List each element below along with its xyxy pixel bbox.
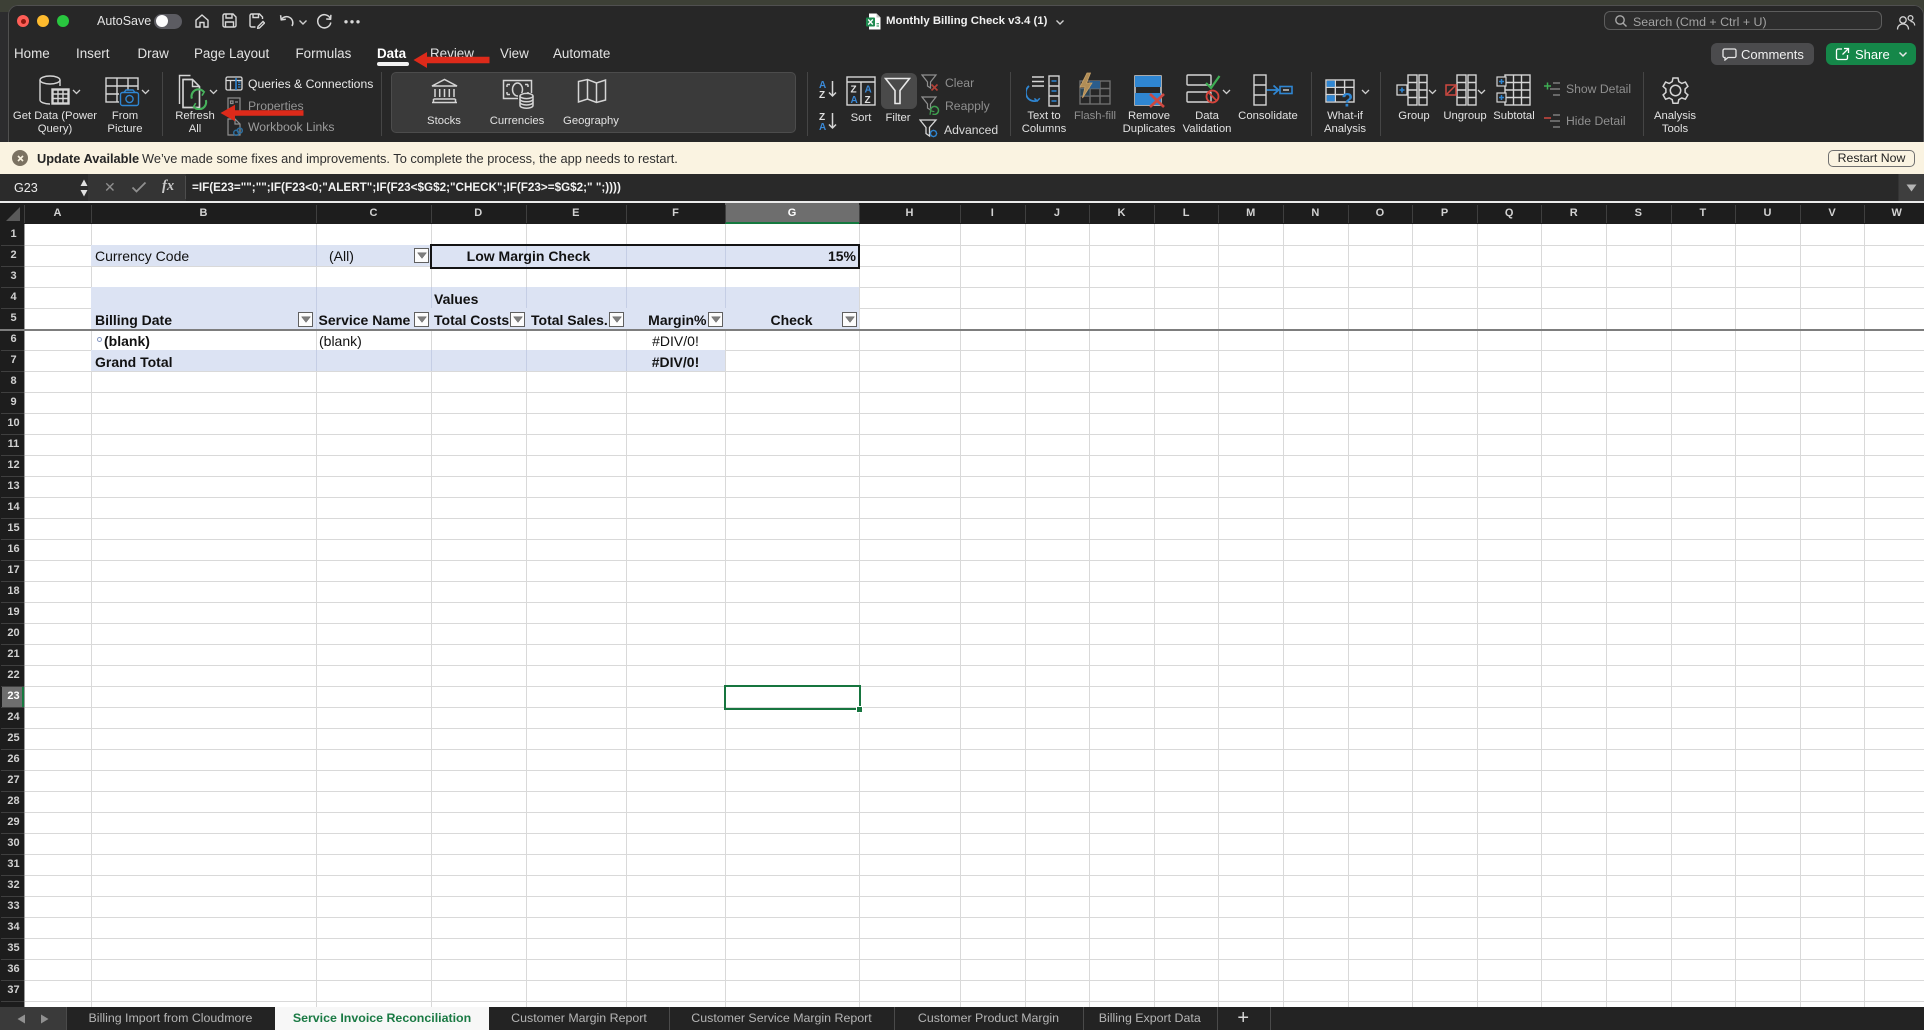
svg-text:Z: Z xyxy=(819,90,825,99)
svg-text:Z: Z xyxy=(865,95,871,106)
svg-text:Z: Z xyxy=(851,85,857,96)
svg-text:?: ? xyxy=(1342,91,1354,109)
svg-text:A: A xyxy=(851,95,858,106)
svg-text:A: A xyxy=(865,85,872,96)
svg-text:A: A xyxy=(819,122,826,131)
